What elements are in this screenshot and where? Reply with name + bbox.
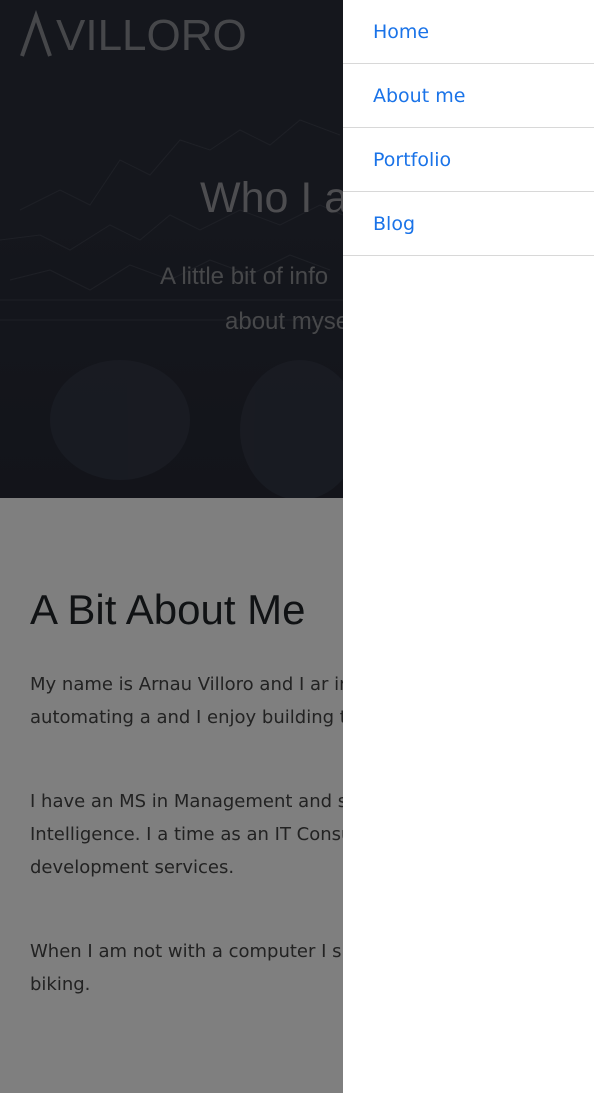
menu-item-blog: Blog: [343, 192, 594, 256]
menu-item-portfolio: Portfolio: [343, 128, 594, 192]
menu-item-home: Home: [343, 0, 594, 64]
side-menu-drawer: Home About me Portfolio Blog: [343, 0, 594, 1093]
menu-link-portfolio[interactable]: Portfolio: [343, 149, 451, 171]
menu-link-home[interactable]: Home: [343, 21, 429, 43]
menu-item-about-me: About me: [343, 64, 594, 128]
menu-link-blog[interactable]: Blog: [343, 213, 415, 235]
menu-list: Home About me Portfolio Blog: [343, 0, 594, 256]
menu-link-about-me[interactable]: About me: [343, 85, 465, 107]
